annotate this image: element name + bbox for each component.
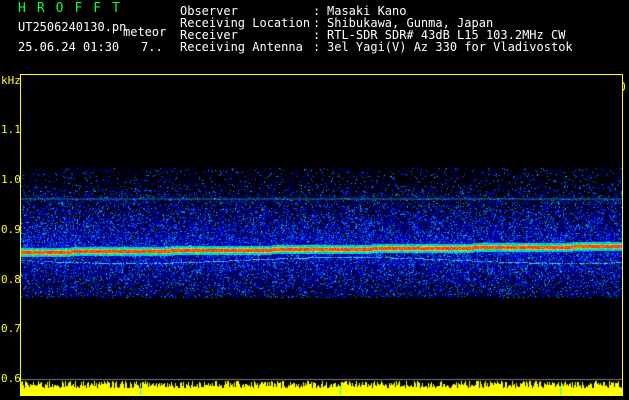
y-unit-label: kHz — [1, 74, 21, 87]
y-tick-label: 1.0 — [1, 173, 21, 186]
filename: UT2506240130.pn — [18, 20, 127, 34]
y-tick-label: 0.7 — [1, 322, 21, 335]
antenna-colon: : — [313, 40, 321, 54]
meteor-label: meteor — [123, 25, 167, 39]
antenna-value: 3el Yagi(V) Az 330 for Vladivostok — [327, 40, 573, 54]
rate-value: 7.. — [141, 40, 163, 54]
y-tick-label: 0.6 — [1, 372, 21, 385]
y-tick-label: 0.8 — [1, 273, 21, 286]
hrofft-logo: HROFFT — [18, 1, 131, 16]
datetime: 25.06.24 01:30 — [18, 40, 120, 54]
y-tick-label: 0.9 — [1, 223, 21, 236]
y-tick-label: 1.1 — [1, 123, 21, 136]
antenna-label: Receiving Antenna — [180, 40, 303, 54]
plot-frame — [20, 74, 623, 396]
